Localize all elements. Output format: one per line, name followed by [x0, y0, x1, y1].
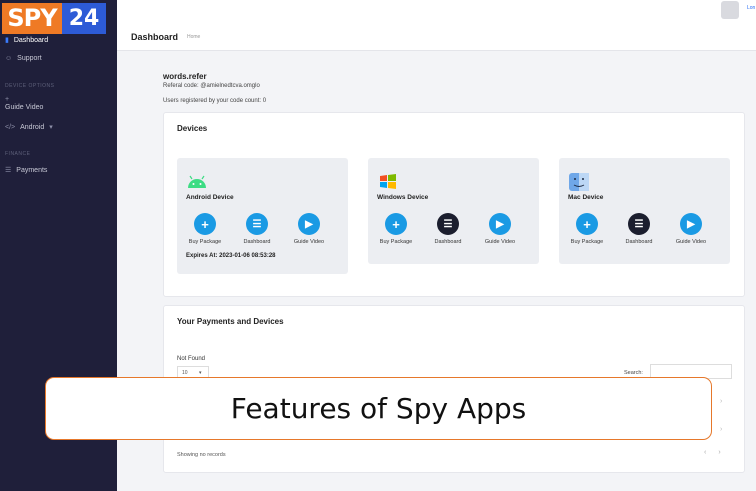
- device-name: Android Device: [186, 194, 234, 201]
- sidebar-item-label: Android: [20, 123, 45, 131]
- play-icon: ▶: [680, 213, 702, 235]
- chevron-right-icon[interactable]: ›: [720, 426, 722, 433]
- table-info: Showing no records: [177, 452, 226, 458]
- sidebar-item-label: Payments: [16, 166, 48, 174]
- guide-video-button[interactable]: ▶ Guide Video: [480, 213, 520, 245]
- list-icon: ☰: [5, 167, 12, 174]
- overlay-banner: Features of Spy Apps: [45, 377, 712, 440]
- windows-icon: [380, 174, 396, 189]
- chevron-down-icon: ▾: [198, 370, 202, 376]
- buy-package-button[interactable]: + Buy Package: [567, 213, 607, 245]
- user-menu-name[interactable]: Lon: [747, 5, 755, 11]
- device-name: Mac Device: [568, 194, 604, 201]
- logo[interactable]: SPY 24: [2, 3, 106, 34]
- device-card-android: Android Device + Buy Package ☰ Dashboard…: [177, 158, 348, 274]
- dashboard-button[interactable]: ☰ Dashboard: [619, 213, 659, 245]
- page-header: Dashboard Home: [117, 24, 756, 51]
- sidebar-item-label: Dashboard: [13, 36, 49, 44]
- plus-icon: +: [576, 213, 598, 235]
- prev-page-icon[interactable]: ‹: [704, 449, 718, 456]
- play-icon: ▶: [298, 213, 320, 235]
- device-card-mac: Mac Device + Buy Package ☰ Dashboard ▶ G…: [559, 158, 730, 264]
- sidebar-item-support[interactable]: ☺ Support: [5, 55, 42, 62]
- avatar[interactable]: [721, 1, 739, 19]
- sidebar-item-guide-video[interactable]: + Guide Video: [5, 96, 43, 111]
- sidebar-item-label: Guide Video: [5, 104, 44, 111]
- devices-title: Devices: [177, 124, 208, 133]
- code-icon: </>: [5, 123, 16, 131]
- account-name: words.refer: [163, 72, 207, 81]
- next-page-icon[interactable]: ›: [718, 449, 732, 456]
- sidebar-item-dashboard[interactable]: ▮ Dashboard: [5, 36, 49, 45]
- guide-video-button[interactable]: ▶ Guide Video: [289, 213, 329, 245]
- sidebar-section-device-options: DEVICE OPTIONS: [5, 83, 55, 89]
- search-label: Search:: [624, 370, 643, 376]
- list-icon: ☰: [437, 213, 459, 235]
- page-title: Dashboard: [131, 32, 179, 42]
- android-icon: [188, 175, 206, 188]
- device-name: Windows Device: [377, 194, 429, 201]
- user-info: words.refer Referal code: @amielnedtcva.…: [163, 72, 260, 89]
- referral-count: Users registered by your code count: 0: [163, 98, 267, 104]
- list-icon: ☰: [246, 213, 268, 235]
- sidebar-item-payments[interactable]: ☰ Payments: [5, 166, 48, 175]
- payments-title: Your Payments and Devices: [177, 317, 284, 326]
- chevron-right-icon[interactable]: ›: [720, 398, 722, 405]
- logo-spy: SPY: [2, 3, 62, 34]
- list-icon: ☰: [628, 213, 650, 235]
- plus-icon: +: [5, 96, 10, 103]
- plus-icon: +: [194, 213, 216, 235]
- logo-24: 24: [62, 3, 106, 34]
- dashboard-button[interactable]: ☰ Dashboard: [428, 213, 468, 245]
- dashboard-icon: ▮: [5, 37, 9, 44]
- sidebar-item-android[interactable]: </> Android ▾: [5, 123, 53, 132]
- breadcrumb[interactable]: Home: [187, 34, 200, 40]
- dashboard-button[interactable]: ☰ Dashboard: [237, 213, 277, 245]
- sidebar-section-finance: FINANCE: [5, 151, 31, 157]
- not-found-text: Not Found: [177, 356, 206, 362]
- topbar: Lon: [117, 0, 756, 24]
- support-icon: ☺: [5, 55, 13, 62]
- play-icon: ▶: [489, 213, 511, 235]
- buy-package-button[interactable]: + Buy Package: [185, 213, 225, 245]
- device-card-windows: Windows Device + Buy Package ☰ Dashboard…: [368, 158, 539, 264]
- plus-icon: +: [385, 213, 407, 235]
- referral-code: Referal code: @amielnedtcva.omglo: [163, 83, 260, 89]
- expiry-date: Expires At: 2023-01-06 08:53:28: [186, 253, 276, 259]
- pagination: ‹›: [704, 449, 733, 456]
- guide-video-button[interactable]: ▶ Guide Video: [671, 213, 711, 245]
- chevron-down-icon: ▾: [49, 124, 53, 131]
- devices-panel: Devices Android Device + Buy Package ☰ D…: [163, 112, 745, 297]
- finder-icon: [569, 173, 589, 191]
- sidebar-item-label: Support: [17, 55, 42, 62]
- buy-package-button[interactable]: + Buy Package: [376, 213, 416, 245]
